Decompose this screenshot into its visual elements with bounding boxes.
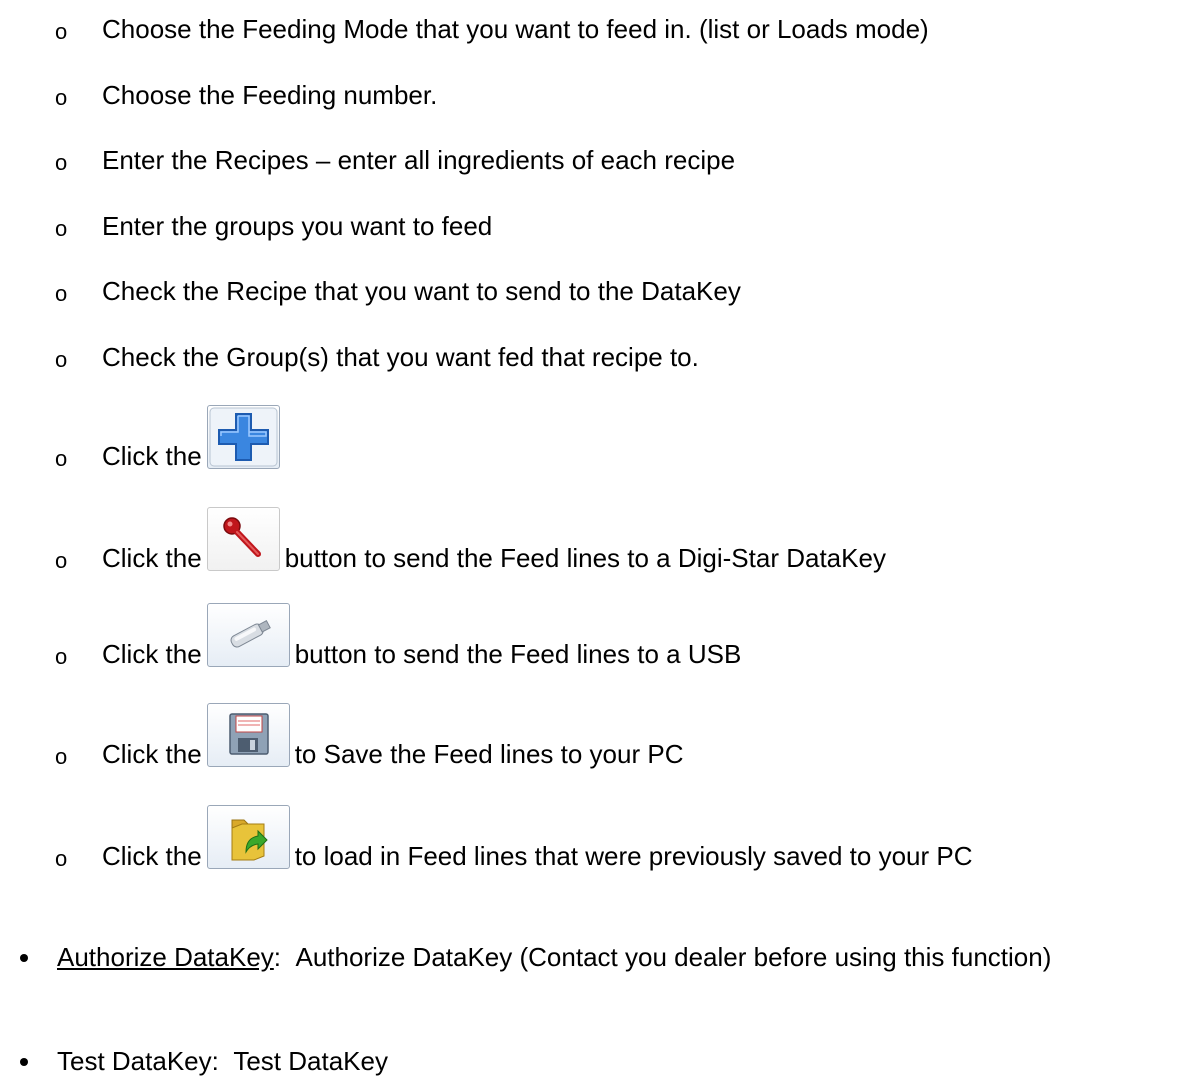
step-text: Check the Group(s) that you want fed tha… [102, 342, 699, 372]
sub-bullet: o [55, 281, 68, 306]
load-button[interactable] [206, 805, 290, 869]
step-text: Enter the Recipes – enter all ingredient… [102, 145, 736, 175]
step-click-datakey: o Click the button to send the Feed line… [0, 502, 1187, 573]
step-click-load: o Click the to load in Feed lines that w… [0, 800, 1187, 871]
save-icon [228, 713, 269, 755]
step-check-recipe: o Check the Recipe that you want to send… [0, 270, 1187, 306]
step-check-groups: o Check the Group(s) that you want fed t… [0, 336, 1187, 372]
usb-icon [230, 619, 271, 648]
function-description: Test DataKey [233, 1046, 388, 1076]
function-name: Authorize DataKey [57, 942, 274, 972]
plus-icon [209, 407, 278, 467]
sub-bullet: o [55, 446, 68, 471]
function-description: Authorize DataKey (Contact you dealer be… [295, 942, 1052, 972]
step-text: Check the Recipe that you want to send t… [102, 276, 741, 306]
sub-bullet: o [55, 19, 68, 44]
step-enter-recipes: o Enter the Recipes – enter all ingredie… [0, 139, 1187, 175]
function-test-datakey: Test DataKey: Test DataKey [0, 1046, 1187, 1080]
send-usb-button[interactable] [206, 603, 290, 667]
step-prefix: Click the [102, 739, 202, 769]
sub-bullet: o [55, 644, 68, 669]
step-prefix: Click the [102, 639, 202, 669]
send-datakey-button[interactable] [206, 507, 280, 571]
sub-bullet: o [55, 216, 68, 241]
sub-bullet: o [55, 150, 68, 175]
step-text: Choose the Feeding number. [102, 80, 438, 110]
sub-bullet: o [55, 548, 68, 573]
step-choose-feeding-number: o Choose the Feeding number. [0, 74, 1187, 110]
function-authorize-datakey: Authorize DataKey: Authorize DataKey (Co… [0, 942, 1187, 976]
sub-bullet: o [55, 846, 68, 871]
bullet-dot [20, 1058, 28, 1066]
function-separator: : [211, 1046, 219, 1076]
step-text: Enter the groups you want to feed [102, 211, 493, 241]
step-enter-groups: o Enter the groups you want to feed [0, 205, 1187, 241]
bullet-dot [20, 954, 28, 962]
function-separator: : [273, 942, 282, 972]
step-click-add: o Click the [0, 400, 1187, 471]
step-suffix: button to send the Feed lines to a Digi-… [284, 543, 886, 573]
step-choose-feeding-mode: o Choose the Feeding Mode that you want … [0, 8, 1187, 44]
open-folder-icon [231, 819, 268, 861]
add-button[interactable] [206, 405, 280, 469]
step-suffix: to Save the Feed lines to your PC [294, 739, 684, 769]
step-click-save: o Click the to Save the Feed lines to yo… [0, 698, 1187, 769]
step-prefix: Click the [102, 441, 202, 471]
step-click-usb: o Click the button to send the Feed line… [0, 598, 1187, 669]
sub-bullet: o [55, 347, 68, 372]
step-prefix: Click the [102, 841, 202, 871]
step-suffix: to load in Feed lines that were previous… [294, 841, 973, 871]
step-prefix: Click the [102, 543, 202, 573]
save-button[interactable] [206, 703, 290, 767]
function-name: Test DataKey [57, 1046, 212, 1076]
step-suffix: button to send the Feed lines to a USB [294, 639, 742, 669]
datakey-icon [222, 517, 261, 557]
sub-bullet: o [55, 85, 68, 110]
sub-bullet: o [55, 744, 68, 769]
document-page: o Choose the Feeding Mode that you want … [0, 0, 1187, 1079]
step-text: Choose the Feeding Mode that you want to… [102, 14, 929, 44]
